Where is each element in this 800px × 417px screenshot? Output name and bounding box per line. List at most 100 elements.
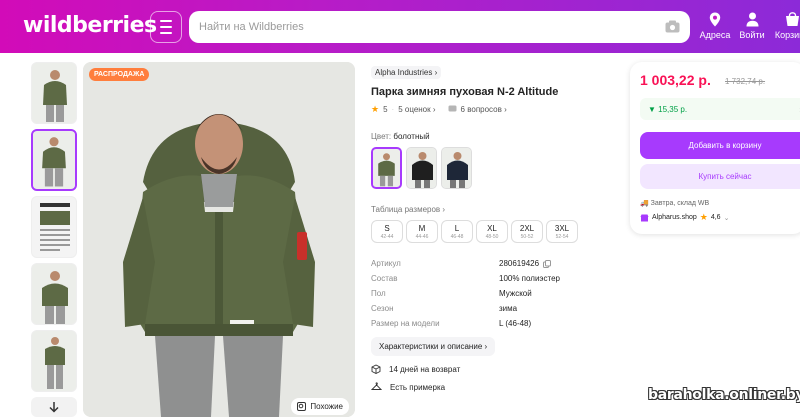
thumbnails-scroll-down[interactable] — [31, 397, 77, 417]
shop-icon — [640, 214, 649, 221]
thumbnail-5[interactable] — [31, 330, 77, 392]
size-range: 52-54 — [555, 234, 569, 240]
rating-value: 5 — [383, 105, 388, 114]
spec-value: зима — [499, 304, 518, 313]
thumbnail-image — [32, 197, 76, 257]
old-price: 1 732,74 р. — [725, 77, 766, 86]
size-range: 50-52 — [520, 234, 534, 240]
user-icon — [746, 12, 758, 27]
wildberries-logo[interactable]: wildberries — [23, 13, 157, 38]
thumbnail-2-selected[interactable] — [31, 129, 77, 191]
product-title: Парка зимняя пуховая N-2 Altitude — [371, 86, 559, 98]
menu-icon-line — [160, 26, 172, 28]
spec-key: Размер на модели — [371, 319, 440, 328]
color-swatch-black[interactable] — [406, 147, 437, 189]
thumbnail-strip — [31, 62, 79, 417]
shipping-label: Завтра, склад WB — [650, 200, 710, 207]
wallet-discount[interactable]: ▼ 15,35 р. › — [640, 98, 800, 120]
size-name: L — [454, 224, 460, 233]
questions-icon — [448, 105, 457, 115]
brand-link[interactable]: Alpha Industries › — [371, 66, 442, 79]
fitting-available: Есть примерка — [371, 382, 621, 392]
add-to-cart-button[interactable]: Добавить в корзину — [640, 132, 800, 159]
thumbnail-3[interactable] — [31, 196, 77, 258]
main-product-photo[interactable]: РАСПРОДАЖА Похожие — [83, 62, 355, 417]
size-range: 48-50 — [485, 234, 499, 240]
arrow-down-icon — [49, 402, 59, 413]
size-table-link[interactable]: Таблица размеров › — [371, 205, 621, 214]
swatch-image — [373, 149, 400, 187]
nav-cart-label: Корзина — [774, 30, 800, 40]
rating-row: ★ 5 · 5 оценок › 6 вопросов › — [371, 104, 621, 115]
seller-rating: 4,6 — [710, 214, 721, 221]
star-icon: ★ — [371, 104, 380, 114]
menu-button[interactable] — [150, 11, 182, 43]
buy-card: 1 003,22 р. 1 732,74 р. ▼ 15,35 р. › Доб… — [630, 62, 800, 234]
spec-row: Размер на модели L (46-48) — [371, 316, 621, 331]
color-label: Цвет: болотный — [371, 132, 621, 141]
camera-search-icon[interactable] — [665, 20, 680, 33]
spec-value: 100% полиэстер — [499, 274, 560, 283]
size-option-s[interactable]: S 42-44 — [371, 220, 403, 243]
color-label-value: болотный — [393, 132, 430, 141]
fitting-label: Есть примерка — [390, 382, 446, 392]
spec-row: Артикул 280619426 — [371, 256, 621, 271]
color-swatch-olive[interactable] — [371, 147, 402, 189]
size-option-xl[interactable]: XL 48-50 — [476, 220, 508, 243]
questions-link[interactable]: 6 вопросов › — [461, 105, 507, 114]
spec-value: Мужской — [499, 289, 532, 298]
spec-key: Сезон — [371, 304, 394, 313]
color-label-key: Цвет: — [371, 132, 392, 141]
truck-icon: 🚚 — [640, 200, 649, 207]
spec-key: Состав — [371, 274, 398, 283]
chevron-right-icon: › — [442, 205, 446, 214]
size-name: 2XL — [519, 224, 535, 233]
size-option-l[interactable]: L 46-48 — [441, 220, 473, 243]
copy-icon[interactable] — [543, 259, 552, 268]
hanger-icon — [371, 382, 382, 390]
spec-row: Сезон зима — [371, 301, 621, 316]
similar-icon — [297, 402, 307, 411]
size-option-2xl[interactable]: 2XL 50-52 — [511, 220, 543, 243]
current-price: 1 003,22 р. — [640, 72, 711, 88]
spec-value: 280619426 — [499, 259, 540, 268]
menu-icon-line — [160, 32, 172, 34]
size-selector: S 42-44 M 44-46 L 46-48 XL 48-50 2XL 50-52 3X… — [371, 220, 621, 243]
spec-key: Артикул — [371, 259, 401, 268]
thumbnail-1[interactable] — [31, 62, 77, 124]
product-photo-image — [83, 62, 355, 417]
characteristics-button[interactable]: Характеристики и описание › — [371, 337, 496, 356]
seller-link[interactable]: Alpharus.shop ★ 4,6 ⌄ — [640, 212, 729, 223]
swatch-image — [407, 148, 436, 188]
nav-login[interactable]: Войти — [732, 12, 772, 40]
wallet-discount-value: 15,35 р. — [658, 105, 688, 114]
search-input[interactable] — [199, 11, 649, 43]
reviews-label: 5 оценок — [398, 105, 431, 114]
seller-name: Alpharus.shop — [652, 214, 697, 221]
similar-button[interactable]: Похожие — [291, 398, 349, 415]
size-name: XL — [487, 224, 497, 233]
nav-login-label: Войти — [739, 30, 765, 40]
similar-label: Похожие — [310, 402, 343, 411]
chevron-down-icon: ⌄ — [723, 214, 730, 222]
size-option-3xl[interactable]: 3XL 52-54 — [546, 220, 578, 243]
return-policy: 14 дней на возврат — [371, 364, 621, 374]
star-icon: ★ — [699, 212, 708, 222]
nav-addresses[interactable]: Адреса — [695, 12, 735, 40]
size-name: 3XL — [554, 224, 570, 233]
thumbnail-image — [32, 331, 76, 391]
size-option-m[interactable]: M 44-46 — [406, 220, 438, 243]
cart-icon — [785, 12, 799, 26]
characteristics-label: Характеристики и описание — [379, 342, 483, 351]
color-swatch-navy[interactable] — [441, 147, 472, 189]
buy-now-button[interactable]: Купить сейчас — [640, 164, 800, 189]
nav-cart[interactable]: Корзина — [772, 12, 800, 40]
size-table-label: Таблица размеров — [371, 205, 441, 214]
thumbnail-4[interactable] — [31, 263, 77, 325]
search-bar — [189, 11, 690, 43]
reviews-link[interactable]: 5 оценок › — [398, 105, 435, 114]
chevron-right-icon: › — [484, 342, 488, 351]
brand-name: Alpha Industries — [375, 68, 433, 77]
spec-value: L (46-48) — [499, 319, 532, 328]
watermark: baraholka.onliner.by — [648, 387, 800, 403]
